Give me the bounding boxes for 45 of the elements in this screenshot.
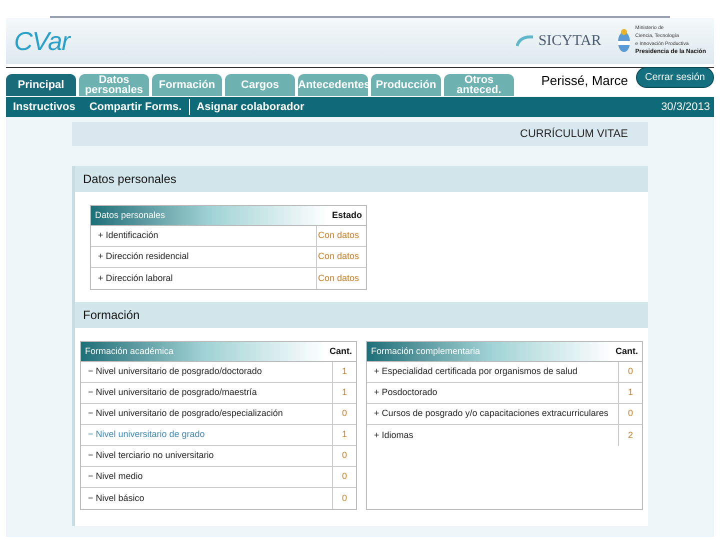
row-link[interactable]: − Nivel universitario de posgrado/doctorado xyxy=(81,362,332,382)
table-cell: 2 xyxy=(618,425,642,446)
row-link[interactable]: − Nivel universitario de grado xyxy=(81,425,332,445)
row-link[interactable]: + Dirección residencial xyxy=(91,247,316,267)
cvar-logo: CVar xyxy=(14,24,70,58)
row-link[interactable]: + Idiomas xyxy=(367,425,618,446)
sicytar-logo: SICYTAR xyxy=(538,32,602,51)
coat-of-arms-icon xyxy=(617,28,632,54)
nav-tab[interactable]: Principal xyxy=(6,74,76,96)
table-cell: 0 xyxy=(332,404,356,424)
user-name: Perissé, Marce xyxy=(541,72,628,90)
table-cell: Con datos xyxy=(316,226,366,246)
row-link[interactable]: + Especialidad certificada por organismos de salud xyxy=(367,362,618,382)
section-header: Datos personales xyxy=(75,166,648,192)
row-link[interactable]: − Nivel terciario no universitario xyxy=(81,446,332,466)
swoosh-icon xyxy=(516,34,534,48)
row-link[interactable]: + Cursos de posgrado y/o capacitaciones extracurriculares xyxy=(367,404,618,424)
section-header: Formación xyxy=(75,302,648,328)
table-cell: 1 xyxy=(332,362,356,382)
row-link[interactable]: − Nivel medio xyxy=(81,467,332,487)
page-title: CURRÍCULUM VITAE xyxy=(520,126,628,142)
column-heading: Cant. xyxy=(328,344,353,358)
row-link[interactable]: − Nivel universitario de posgrado/maestría xyxy=(81,383,332,403)
row-link[interactable]: + Identificación xyxy=(91,226,316,246)
subnav-link[interactable]: Asignar colaborador xyxy=(188,98,312,116)
row-link[interactable]: − Nivel básico xyxy=(81,488,332,509)
table-cell: 1 xyxy=(332,383,356,403)
row-link[interactable]: + Dirección laboral xyxy=(91,268,316,289)
table-cell: 0 xyxy=(332,488,356,509)
table-cell: Con datos xyxy=(316,268,366,289)
subnav-link[interactable]: Compartir Forms. xyxy=(82,98,189,116)
row-link[interactable]: + Posdoctorado xyxy=(367,383,618,403)
subnav-link[interactable]: Instructivos xyxy=(6,98,82,116)
column-heading: Estado xyxy=(330,208,363,222)
table-cell: 0 xyxy=(618,362,642,382)
table-cell: 1 xyxy=(618,383,642,403)
table-cell: 0 xyxy=(618,404,642,424)
row-link[interactable]: − Nivel universitario de posgrado/especialización xyxy=(81,404,332,424)
table-cell: 0 xyxy=(332,467,356,487)
column-heading: Cant. xyxy=(614,344,639,358)
table-cell: 0 xyxy=(332,446,356,466)
table-cell: Con datos xyxy=(316,247,366,267)
logout-button[interactable]: Cerrar sesión xyxy=(636,67,714,88)
date-label: 30/3/2013 xyxy=(661,100,711,115)
table-cell: 1 xyxy=(332,425,356,445)
